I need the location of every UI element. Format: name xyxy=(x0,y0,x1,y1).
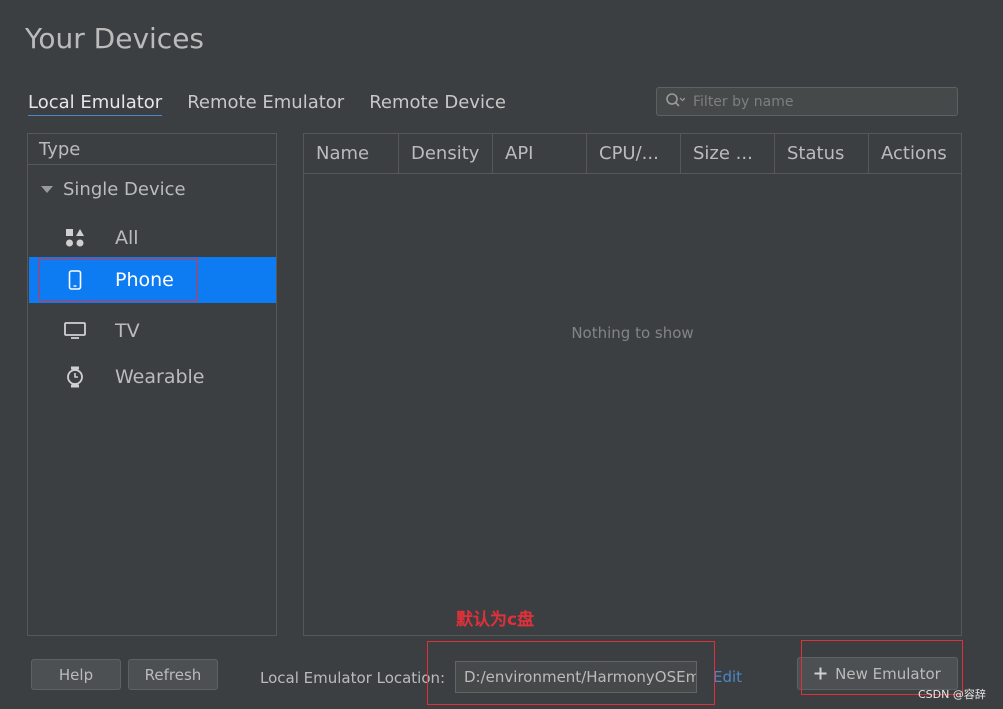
devices-table: Name Density API CPU/... Size ... Status… xyxy=(303,133,962,636)
single-device-group[interactable]: Single Device xyxy=(41,179,186,200)
column-header-name[interactable]: Name xyxy=(304,134,399,173)
type-item-label: All xyxy=(115,227,139,249)
device-type-panel: Type Single Device All Phone TV Wearable xyxy=(27,133,277,636)
highlight-box-phone xyxy=(39,258,198,301)
type-item-label: Wearable xyxy=(115,366,205,388)
tv-icon xyxy=(64,320,86,342)
refresh-button[interactable]: Refresh xyxy=(128,659,218,690)
table-header: Name Density API CPU/... Size ... Status… xyxy=(304,134,961,174)
watermark-credit: CSDN @容辞 xyxy=(918,688,986,701)
tab-remote-emulator[interactable]: Remote Emulator xyxy=(187,92,344,116)
help-button[interactable]: Help xyxy=(31,659,121,690)
highlight-box-location xyxy=(427,641,715,705)
grid-shapes-icon xyxy=(64,227,86,249)
column-header-actions[interactable]: Actions xyxy=(869,134,961,173)
watch-icon xyxy=(64,366,86,388)
location-label: Local Emulator Location: xyxy=(260,669,446,687)
type-item-wearable[interactable]: Wearable xyxy=(29,354,276,400)
tab-bar: Local Emulator Remote Emulator Remote De… xyxy=(28,92,506,116)
column-header-status[interactable]: Status xyxy=(775,134,869,173)
type-header: Type xyxy=(28,134,276,165)
search-input[interactable] xyxy=(693,93,943,110)
type-item-label: TV xyxy=(115,320,140,342)
expand-triangle-icon[interactable] xyxy=(41,186,53,193)
type-item-tv[interactable]: TV xyxy=(29,308,276,354)
column-header-api[interactable]: API xyxy=(493,134,587,173)
column-header-cpu[interactable]: CPU/... xyxy=(587,134,681,173)
empty-state-text: Nothing to show xyxy=(571,324,694,342)
edit-link[interactable]: Edit xyxy=(713,668,742,686)
search-box[interactable] xyxy=(656,87,958,116)
tab-local-emulator[interactable]: Local Emulator xyxy=(28,92,163,116)
group-label: Single Device xyxy=(63,179,186,200)
annotation-text: 默认为c盘 xyxy=(456,610,535,630)
search-icon xyxy=(665,92,693,112)
page-title: Your Devices xyxy=(25,22,205,55)
column-header-density[interactable]: Density xyxy=(399,134,493,173)
type-item-all[interactable]: All xyxy=(29,215,276,261)
column-header-size[interactable]: Size ... xyxy=(681,134,775,173)
tab-remote-device[interactable]: Remote Device xyxy=(369,92,506,116)
